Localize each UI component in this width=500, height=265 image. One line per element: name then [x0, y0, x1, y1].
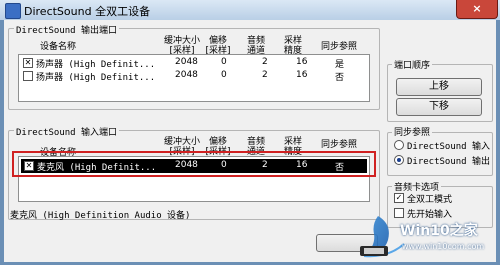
sync-ref-radio-input[interactable] — [394, 140, 404, 150]
out-col-channels: 音频 通道 — [246, 36, 265, 56]
window-title: DirectSound 全双工设备 — [24, 5, 151, 18]
sync-ref-option-input: DirectSound 输入 — [407, 142, 491, 152]
output-row-2-checkbox[interactable] — [23, 71, 33, 81]
output-row-1-name: 扬声器 (High Definit... — [36, 60, 156, 70]
output-row-2-precision: 16 — [296, 70, 308, 80]
out-col-offset: 偏移 [采样] — [205, 36, 231, 56]
full-duplex-checkbox[interactable]: ✓ — [394, 193, 404, 203]
output-row-1-checkbox[interactable]: ✕ — [23, 58, 33, 68]
in-col-sync: 同步参照 — [320, 140, 357, 150]
out-col-sync: 同步参照 — [320, 42, 357, 52]
title-bar: DirectSound 全双工设备 × — [0, 0, 500, 20]
output-row-2-name: 扬声器 (High Definit... — [36, 73, 156, 83]
full-duplex-label: 全双工模式 — [407, 195, 453, 205]
output-row-1-precision: 16 — [296, 57, 308, 67]
move-up-button[interactable]: 上移 — [396, 78, 482, 96]
watermark-url: www.win10com.com — [402, 242, 485, 251]
output-row-1-offset: 0 — [221, 57, 227, 67]
output-row-2-sync: 否 — [335, 73, 345, 83]
input-status-text: 麦克风 (High Definition Audio 设备) — [10, 211, 191, 221]
watermark: Win10之家 www.win10com.com — [358, 210, 500, 262]
output-row-1-channels: 2 — [262, 57, 268, 67]
output-row-1-sync: 是 — [335, 60, 345, 70]
output-row-2-offset: 0 — [221, 70, 227, 80]
output-row-1[interactable]: ✕ 扬声器 (High Definit... 2048 0 2 16 是 — [19, 57, 369, 70]
red-highlight-box — [12, 151, 376, 177]
out-col-precision: 采样 精度 — [283, 36, 302, 56]
out-col-buffer: 缓冲大小 [采样] — [163, 36, 200, 56]
sync-ref-label: 同步参照 — [392, 125, 433, 138]
out-col-name: 设备名称 — [40, 42, 77, 52]
sync-ref-option-output: DirectSound 输出 — [407, 157, 491, 167]
input-group-label: DirectSound 输入端口 — [14, 125, 120, 138]
sync-ref-radio-output[interactable] — [394, 155, 404, 165]
port-order-label: 端口顺序 — [392, 58, 433, 71]
move-down-button[interactable]: 下移 — [396, 98, 482, 116]
output-group-label: DirectSound 输出端口 — [14, 23, 120, 36]
watermark-site: Win10之家 — [400, 223, 478, 239]
output-row-2[interactable]: 扬声器 (High Definit... 2048 0 2 16 否 — [19, 70, 369, 83]
output-row-1-buffer: 2048 — [175, 57, 198, 67]
app-icon — [5, 3, 21, 19]
close-button[interactable]: × — [456, 0, 498, 19]
output-row-2-buffer: 2048 — [175, 70, 198, 80]
output-device-list[interactable]: ✕ 扬声器 (High Definit... 2048 0 2 16 是 扬声器… — [18, 54, 370, 102]
output-row-2-channels: 2 — [262, 70, 268, 80]
